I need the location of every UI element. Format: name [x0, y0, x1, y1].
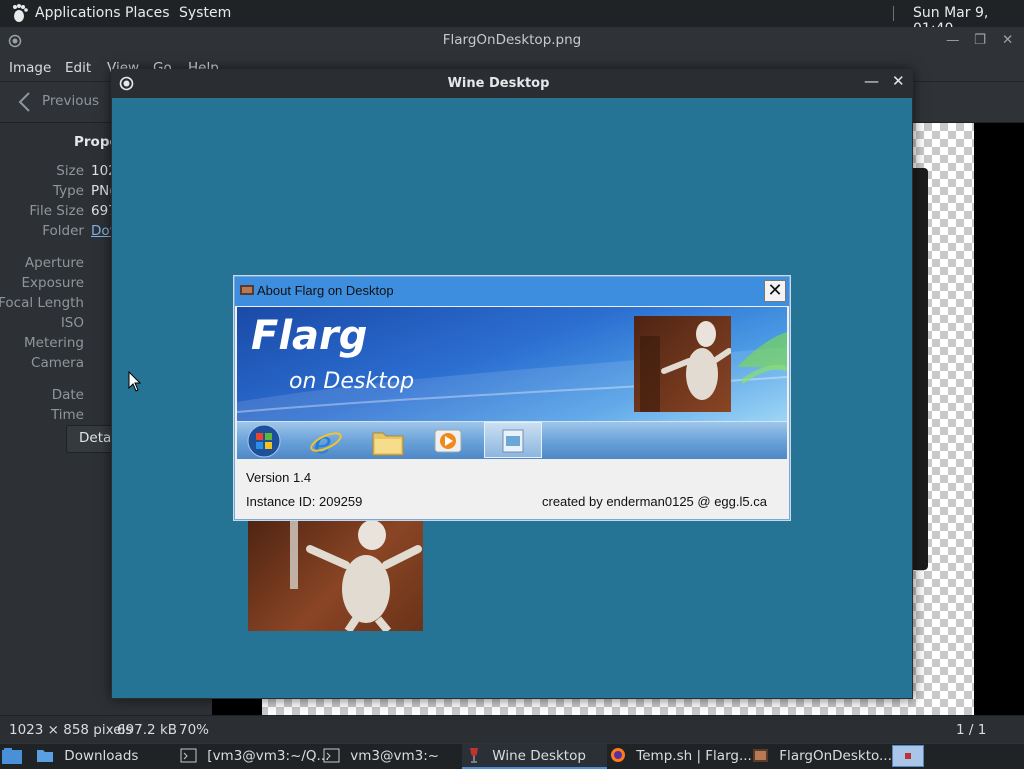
status-dimensions: 1023 × 858 pixels [9, 722, 133, 738]
prop-label-type: Type [52, 183, 84, 199]
wine-titlebar[interactable]: Wine Desktop — ✕ [111, 69, 913, 98]
details-button-label: Detai [79, 430, 116, 446]
folder-explorer-icon [372, 432, 404, 456]
exif-metering: Metering [24, 335, 84, 351]
task-firefox[interactable]: Temp.sh | Flarg... [610, 744, 752, 769]
about-title: About Flarg on Desktop [257, 283, 394, 298]
minimize-icon[interactable]: — [864, 72, 879, 90]
terminal-icon [323, 748, 340, 763]
flarg-creature-image[interactable] [248, 519, 423, 631]
chevron-left-icon [18, 92, 30, 112]
task-wine-desktop[interactable]: Wine Desktop [462, 744, 607, 769]
firefox-icon [611, 748, 625, 762]
maximize-icon[interactable]: ❐ [974, 27, 986, 54]
exif-aperture: Aperture [24, 255, 84, 271]
internet-explorer-icon: e [310, 426, 342, 458]
wine-glass-icon [470, 748, 478, 763]
active-taskbar-slot [484, 422, 542, 458]
banner-title: Flarg [251, 313, 368, 359]
status-zoom: 70% [179, 722, 210, 738]
about-body: Version 1.4 Instance ID: 209259 created … [237, 459, 787, 517]
about-titlebar[interactable]: About Flarg on Desktop ✕ [235, 277, 789, 306]
task-label: Wine Desktop [492, 748, 586, 764]
exif-camera: Camera [31, 355, 84, 371]
flarg-photo-drawing [640, 321, 731, 412]
about-iconbar: e [237, 421, 787, 460]
about-dialog: About Flarg on Desktop ✕ Flarg on Deskto… [234, 276, 790, 520]
mouse-cursor-icon [128, 371, 142, 392]
system-menu[interactable]: System [179, 5, 231, 21]
places-menu[interactable]: Places [125, 5, 170, 21]
prop-label-size: Size [56, 163, 84, 179]
task-downloads[interactable]: Downloads [36, 744, 138, 769]
viewer-titlebar[interactable]: FlargOnDesktop.png — ❐ ✕ [0, 27, 1024, 55]
media-player-icon [434, 429, 462, 453]
image-dark-region [974, 123, 1024, 715]
credit-text: created by enderman0125 @ egg.l5.ca [542, 494, 767, 509]
date-label: Date [51, 387, 84, 403]
task-label: Temp.sh | Flarg... [636, 748, 752, 764]
about-banner: Flarg on Desktop [237, 307, 787, 421]
image-dark-region-left [212, 697, 262, 715]
minimize-icon[interactable]: — [946, 27, 960, 54]
task-terminal-2[interactable]: vm3@vm3:~ [323, 744, 439, 769]
panel-separator [893, 6, 894, 21]
previous-label: Previous [42, 93, 100, 109]
folder-icon [37, 750, 53, 762]
exif-focal-length: Focal Length [0, 295, 84, 311]
show-desktop-icon[interactable] [2, 748, 22, 765]
workspace-window-indicator [905, 753, 911, 759]
taskbar: Downloads [vm3@vm3:~/Q... vm3@vm3:~ Wine… [0, 743, 1024, 769]
app-icon [240, 285, 254, 295]
prop-label-filesize: File Size [29, 203, 84, 219]
windows-start-icon [247, 424, 281, 458]
close-icon[interactable]: ✕ [1002, 27, 1013, 54]
image-shadow-edge [912, 168, 928, 570]
instance-id-text: Instance ID: 209259 [246, 494, 363, 509]
menu-edit[interactable]: Edit [65, 60, 91, 76]
gnome-foot-icon[interactable] [10, 3, 30, 23]
viewer-statusbar: 1023 × 858 pixels 697.2 kB 70% 1 / 1 [0, 715, 1024, 744]
time-label: Time [50, 407, 84, 423]
flarg-window-icon [502, 429, 524, 453]
prop-label-folder: Folder [42, 223, 84, 239]
exif-exposure: Exposure [21, 275, 85, 291]
top-panel: Applications Places System Sun Mar 9, 01… [0, 0, 1024, 37]
task-label: vm3@vm3:~ [350, 748, 440, 764]
wine-title: Wine Desktop [447, 76, 550, 91]
close-icon[interactable]: ✕ [892, 72, 905, 90]
task-label: [vm3@vm3:~/Q... [207, 748, 330, 764]
task-image-viewer[interactable]: FlargOnDeskto... [752, 744, 892, 769]
image-file-icon [753, 749, 768, 762]
version-text: Version 1.4 [246, 470, 312, 485]
status-filesize: 697.2 kB [117, 722, 178, 738]
terminal-icon [180, 748, 197, 763]
exif-iso: ISO [60, 315, 84, 331]
banner-subtitle: on Desktop [289, 369, 415, 394]
task-terminal-1[interactable]: [vm3@vm3:~/Q... [180, 744, 329, 769]
about-close-button[interactable]: ✕ [764, 280, 786, 302]
viewer-title: FlargOnDesktop.png [442, 32, 582, 48]
svg-text:e: e [314, 426, 332, 458]
menu-image[interactable]: Image [9, 60, 51, 76]
task-label: Downloads [64, 748, 139, 764]
flarg-creature-drawing [290, 519, 422, 631]
applications-menu[interactable]: Applications [35, 5, 121, 21]
status-page: 1 / 1 [956, 722, 987, 738]
flarg-photo [634, 316, 731, 412]
workspace-switcher[interactable] [892, 745, 924, 767]
task-label: FlargOnDeskto... [779, 748, 892, 764]
window-menu-icon[interactable] [8, 34, 22, 48]
